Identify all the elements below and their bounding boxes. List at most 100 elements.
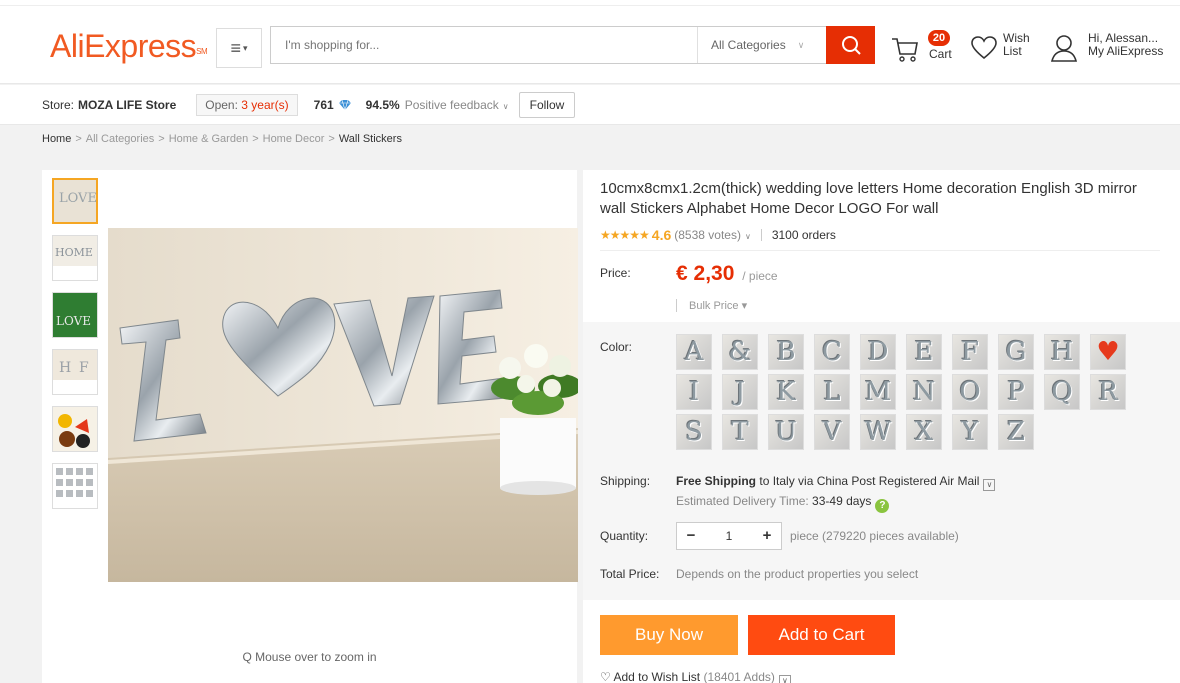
search-button[interactable]	[826, 26, 875, 64]
thumbnail-3[interactable]: LOVE	[52, 292, 98, 338]
account-subtitle: My AliExpress	[1088, 44, 1164, 58]
breadcrumb: Home > All Categories > Home & Garden > Home D…	[0, 126, 1180, 152]
wish-dropdown-icon[interactable]: ∨	[778, 675, 791, 683]
chevron-down-icon: ∨	[797, 39, 805, 50]
add-to-cart-button[interactable]: Add to Cart	[748, 615, 895, 655]
color-swatch-m[interactable]: M	[860, 374, 896, 410]
rating-row: ★★★★★ 4.6 (8538 votes) ∨ 3100 orders	[600, 227, 836, 243]
color-swatch-u[interactable]: U	[768, 414, 804, 450]
color-swatch-r[interactable]: R	[1090, 374, 1126, 410]
color-swatch-n[interactable]: N	[906, 374, 942, 410]
votes-dropdown[interactable]: (8538 votes) ∨	[674, 228, 751, 242]
feedback-dropdown[interactable]: Positive feedback ∨	[405, 98, 509, 112]
svg-text:F: F	[79, 360, 89, 376]
total-price-label: Total Price:	[600, 567, 660, 581]
divider	[760, 229, 762, 241]
product-title: 10cmx8cmx1.2cm(thick) wedding love lette…	[600, 180, 1137, 217]
price-value: € 2,30	[676, 262, 735, 285]
svg-text:H: H	[59, 360, 71, 376]
quantity-label: Quantity:	[600, 529, 649, 543]
color-swatch-s[interactable]: S	[676, 414, 712, 450]
search-box: All Categories ∨	[270, 26, 875, 64]
category-select-value: All Categories	[711, 38, 786, 52]
color-swatch-a[interactable]: A	[676, 334, 712, 370]
caret-down-icon: ▾	[242, 42, 248, 53]
store-name-link[interactable]: MOZA LIFE Store	[78, 98, 176, 112]
aliexpress-logo[interactable]: AliExpressSM	[50, 26, 208, 66]
color-swatch-i[interactable]: I	[676, 374, 712, 410]
breadcrumb-all-categories[interactable]: All Categories	[86, 133, 154, 145]
divider	[600, 250, 1160, 251]
color-swatches: A & B C D E F G H ♥ I J K L M N O P Q R …	[676, 334, 1156, 454]
est-label: Estimated Delivery Time:	[676, 494, 809, 508]
color-swatch-e[interactable]: E	[906, 334, 942, 370]
color-swatch-l[interactable]: L	[814, 374, 850, 410]
svg-text:HOME: HOME	[55, 246, 93, 259]
follow-button[interactable]: Follow	[518, 91, 576, 118]
buy-now-button[interactable]: Buy Now	[600, 615, 738, 655]
wish-list-text: Add to Wish List	[613, 670, 701, 683]
wish-list-link[interactable]: Wish List	[970, 30, 1050, 66]
color-swatch-f[interactable]: F	[952, 334, 988, 370]
thumbnail-1[interactable]: LOVE	[52, 178, 98, 224]
search-icon	[841, 36, 861, 55]
shipping-label: Shipping:	[600, 474, 651, 488]
quantity-input[interactable]: 1	[705, 529, 753, 543]
color-swatch-t[interactable]: T	[722, 414, 758, 450]
color-swatch-y[interactable]: Y	[952, 414, 988, 450]
chevron-down-icon: ∨	[502, 101, 509, 111]
feedback-label: Positive feedback	[404, 97, 499, 112]
breadcrumb-home-decor[interactable]: Home Decor	[263, 133, 325, 145]
breadcrumb-home-garden[interactable]: Home & Garden	[169, 133, 248, 145]
color-swatch-b[interactable]: B	[768, 334, 804, 370]
shipping-details: to Italy via China Post Registered Air M…	[759, 474, 980, 488]
thumbnail-5[interactable]	[52, 406, 98, 452]
help-icon[interactable]: ?	[875, 499, 890, 513]
feedback-percent: 94.5%	[365, 97, 400, 112]
heart-icon	[971, 36, 997, 60]
color-swatch-k[interactable]: K	[768, 374, 804, 410]
quantity-decrease-button[interactable]: −	[677, 523, 705, 549]
breadcrumb-separator: >	[158, 133, 165, 145]
svg-text:LOVE: LOVE	[59, 191, 97, 206]
wish-list-count: (18401 Adds)	[703, 670, 775, 683]
quantity-increase-button[interactable]: +	[753, 523, 781, 549]
shipping-dropdown-icon[interactable]: ∨	[983, 479, 996, 491]
add-to-wish-list[interactable]: ♡ Add to Wish List (18401 Adds) ∨	[600, 670, 791, 683]
breadcrumb-wall-stickers[interactable]: Wall Stickers	[339, 133, 402, 145]
color-swatch-d[interactable]: D	[860, 334, 896, 370]
color-swatch-q[interactable]: Q	[1044, 374, 1080, 410]
color-swatch-g[interactable]: G	[998, 334, 1034, 370]
breadcrumb-home[interactable]: Home	[42, 133, 71, 145]
color-swatch-ampersand[interactable]: &	[722, 334, 758, 370]
bulk-price-toggle[interactable]: Bulk Price ▾	[676, 299, 747, 312]
cart-link[interactable]: 20 Cart	[890, 30, 960, 66]
thumbnail-2[interactable]: HOME	[52, 235, 98, 281]
cart-count-badge: 20	[928, 30, 950, 46]
color-swatch-heart[interactable]: ♥	[1090, 334, 1126, 370]
search-input[interactable]	[271, 27, 696, 63]
main-product-image[interactable]	[108, 228, 578, 582]
color-swatch-h[interactable]: H	[1044, 334, 1080, 370]
magnifier-icon: Q	[242, 650, 252, 664]
color-swatch-j[interactable]: J	[722, 374, 758, 410]
store-score: 761	[313, 97, 334, 112]
product-options: Color: A & B C D E F G H ♥ I J K L M N O…	[583, 322, 1180, 600]
color-swatch-o[interactable]: O	[952, 374, 988, 410]
open-prefix: Open:	[205, 97, 238, 112]
breadcrumb-separator: >	[75, 133, 82, 145]
product-gallery: LOVE HOME LOVE HF Q Mouse over to zoom i…	[42, 170, 578, 683]
color-swatch-p[interactable]: P	[998, 374, 1034, 410]
thumbnail-6[interactable]	[52, 463, 98, 509]
color-swatch-v[interactable]: V	[814, 414, 850, 450]
thumbnail-list: LOVE HOME LOVE HF	[52, 178, 100, 520]
color-swatch-w[interactable]: W	[860, 414, 896, 450]
category-select[interactable]: All Categories ∨	[697, 27, 827, 63]
account-link[interactable]: Hi, Alessan... My AliExpress	[1050, 30, 1180, 66]
svg-text:LOVE: LOVE	[56, 314, 91, 328]
color-swatch-c[interactable]: C	[814, 334, 850, 370]
thumbnail-4[interactable]: HF	[52, 349, 98, 395]
color-swatch-x[interactable]: X	[906, 414, 942, 450]
color-swatch-z[interactable]: Z	[998, 414, 1034, 450]
category-menu-button[interactable]: ≡ ▾	[216, 28, 262, 68]
